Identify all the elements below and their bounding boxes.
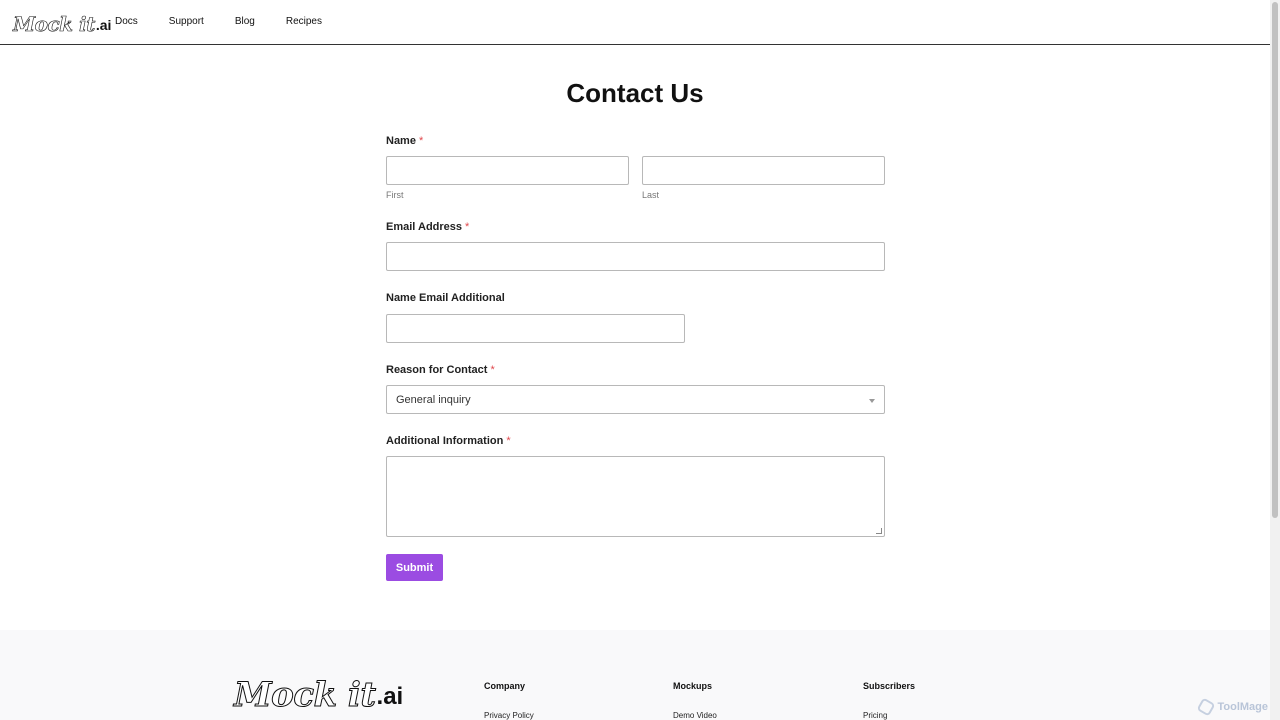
nav-blog[interactable]: Blog: [235, 16, 255, 27]
watermark-text: ToolMage: [1217, 701, 1268, 713]
footer-pricing-link[interactable]: Pricing: [863, 711, 887, 720]
logo-script: Mock it: [13, 12, 96, 37]
name-label: Name *: [386, 135, 424, 147]
scrollbar-thumb[interactable]: [1272, 2, 1278, 518]
reason-selected-value: General inquiry: [396, 394, 471, 406]
nav-docs[interactable]: Docs: [115, 16, 138, 27]
last-name-input[interactable]: [642, 156, 885, 185]
email-label: Email Address *: [386, 221, 470, 233]
page-title: Contact Us: [566, 78, 704, 108]
reason-select[interactable]: General inquiry: [386, 385, 885, 414]
name-email-additional-label: Name Email Additional: [386, 292, 505, 304]
additional-info-textarea[interactable]: [386, 456, 885, 537]
email-input[interactable]: [386, 242, 885, 271]
main-nav: Docs Support Blog Recipes: [115, 16, 352, 27]
watermark-icon: [1196, 697, 1217, 717]
footer-logo-script: Mock it: [234, 675, 377, 716]
site-footer: Mock it .ai Company Privacy Policy Mocku…: [0, 630, 1270, 720]
resize-handle-icon[interactable]: [876, 528, 882, 534]
required-marker: *: [465, 221, 470, 233]
required-marker: *: [506, 435, 511, 447]
vertical-scrollbar[interactable]: [1270, 0, 1280, 720]
submit-button[interactable]: Submit: [386, 554, 443, 581]
last-sublabel: Last: [642, 190, 660, 200]
name-email-additional-input[interactable]: [386, 314, 685, 343]
footer-mockups-title: Mockups: [673, 681, 713, 691]
footer-company-title: Company: [484, 681, 526, 691]
first-sublabel: First: [386, 190, 404, 200]
footer-demo-link[interactable]: Demo Video: [673, 711, 717, 720]
nav-support[interactable]: Support: [169, 16, 204, 27]
footer-logo[interactable]: Mock it .ai: [234, 675, 404, 716]
required-marker: *: [490, 364, 495, 376]
required-marker: *: [418, 135, 424, 147]
logo-suffix: .ai: [95, 17, 112, 33]
footer-privacy-link[interactable]: Privacy Policy: [484, 711, 534, 720]
info-label: Additional Information *: [386, 435, 511, 447]
watermark: ToolMage: [1196, 697, 1268, 717]
footer-subscribers-title: Subscribers: [863, 681, 916, 691]
reason-label: Reason for Contact *: [386, 364, 495, 376]
first-name-input[interactable]: [386, 156, 629, 185]
logo[interactable]: Mock it .ai: [13, 8, 112, 37]
chevron-down-icon: [869, 399, 875, 403]
site-header: Mock it .ai Docs Support Blog Recipes: [0, 0, 1270, 45]
footer-logo-suffix: .ai: [376, 683, 404, 710]
nav-recipes[interactable]: Recipes: [286, 16, 322, 27]
